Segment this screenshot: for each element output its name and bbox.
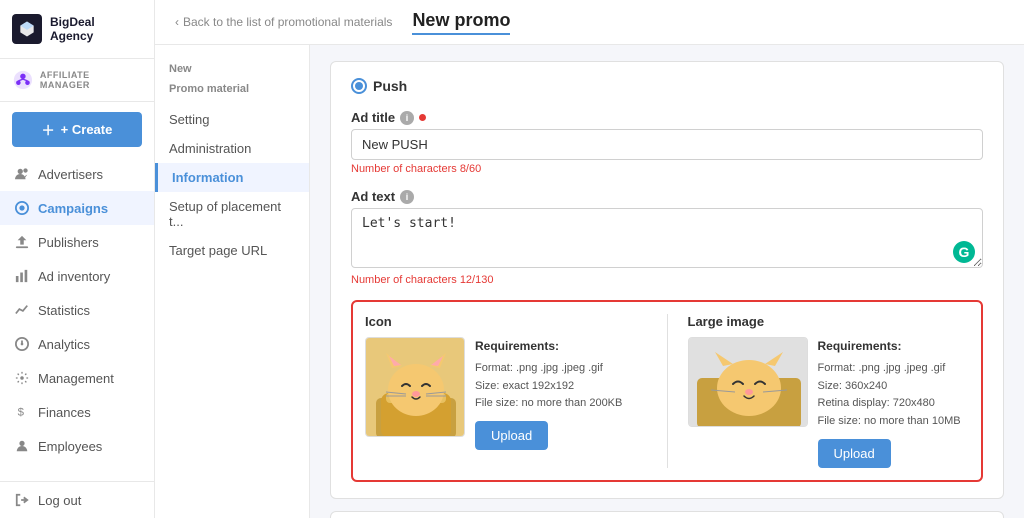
ad-title-label: Ad title i bbox=[351, 110, 983, 125]
logout-label: Log out bbox=[38, 493, 81, 508]
sidebar-label-advertisers: Advertisers bbox=[38, 167, 103, 182]
icon-upload-block: Icon bbox=[365, 314, 647, 468]
subnav-item-setting[interactable]: Setting bbox=[155, 105, 309, 134]
analytics-icon bbox=[14, 336, 30, 352]
push-radio[interactable] bbox=[351, 78, 367, 94]
sidebar-label-analytics: Analytics bbox=[38, 337, 90, 352]
radio-inner bbox=[355, 82, 363, 90]
sidebar-label-finances: Finances bbox=[38, 405, 91, 420]
subnav-header-new: New bbox=[155, 57, 309, 77]
person-icon bbox=[14, 438, 30, 454]
ad-text-wrap: Let's start! G bbox=[351, 208, 983, 271]
ad-title-char-count: Number of characters 8/60 bbox=[351, 163, 983, 175]
push-label: Push bbox=[373, 78, 407, 94]
sidebar-item-analytics[interactable]: Analytics bbox=[0, 327, 154, 361]
back-link-text: Back to the list of promotional material… bbox=[183, 15, 392, 29]
affiliate-label: AFFILIATE MANAGER bbox=[40, 70, 142, 90]
affiliate-icon bbox=[12, 69, 34, 91]
icon-req-text: Requirements: Format: .png .jpg .jpeg .g… bbox=[475, 337, 622, 413]
logo-text: BigDeal Agency bbox=[50, 15, 95, 44]
placement-card[interactable]: ▶ Setup of placement types bbox=[330, 511, 1004, 518]
ad-text-field: Ad text i Let's start! G Number of chara… bbox=[351, 189, 983, 286]
logo-area: BigDeal Agency bbox=[0, 0, 154, 59]
large-req-text: Requirements: Format: .png .jpg .jpeg .g… bbox=[818, 337, 961, 431]
sidebar-label-statistics: Statistics bbox=[38, 303, 90, 318]
create-label: + Create bbox=[61, 122, 113, 137]
form-area: Push Ad title i Number of characters 8/6… bbox=[310, 45, 1024, 518]
bar-chart-icon bbox=[14, 268, 30, 284]
icon-requirements: Requirements: Format: .png .jpg .jpeg .g… bbox=[475, 337, 622, 450]
plus-icon: ＋ bbox=[42, 120, 55, 139]
sidebar: BigDeal Agency AFFILIATE MANAGER ＋ + Cre… bbox=[0, 0, 155, 518]
subnav-item-information[interactable]: Information bbox=[155, 163, 309, 192]
push-card: Push Ad title i Number of characters 8/6… bbox=[330, 61, 1004, 499]
subnav: New Promo material Setting Administratio… bbox=[155, 45, 310, 518]
dollar-icon: $ bbox=[14, 404, 30, 420]
ad-title-info-icon[interactable]: i bbox=[400, 111, 414, 125]
icon-preview bbox=[365, 337, 465, 437]
sidebar-item-statistics[interactable]: Statistics bbox=[0, 293, 154, 327]
subnav-item-setup[interactable]: Setup of placement t... bbox=[155, 192, 309, 236]
icon-title: Icon bbox=[365, 314, 647, 329]
ad-text-input[interactable]: Let's start! bbox=[351, 208, 983, 268]
management-icon bbox=[14, 370, 30, 386]
sidebar-item-publishers[interactable]: Publishers bbox=[0, 225, 154, 259]
image-upload-section: Icon bbox=[351, 300, 983, 482]
sidebar-label-campaigns: Campaigns bbox=[38, 201, 108, 216]
logout-icon bbox=[14, 492, 30, 508]
topbar: ‹ Back to the list of promotional materi… bbox=[155, 0, 1024, 45]
affiliate-bar: AFFILIATE MANAGER bbox=[0, 59, 154, 102]
sidebar-item-campaigns[interactable]: Campaigns bbox=[0, 191, 154, 225]
sidebar-label-publishers: Publishers bbox=[38, 235, 99, 250]
sidebar-item-finances[interactable]: $ Finances bbox=[0, 395, 154, 429]
icon-upload-button[interactable]: Upload bbox=[475, 421, 548, 450]
sidebar-item-management[interactable]: Management bbox=[0, 361, 154, 395]
ad-title-input[interactable] bbox=[351, 129, 983, 160]
sidebar-label-management: Management bbox=[38, 371, 114, 386]
content-area: New Promo material Setting Administratio… bbox=[155, 45, 1024, 518]
sidebar-label-employees: Employees bbox=[38, 439, 102, 454]
logout-item[interactable]: Log out bbox=[0, 482, 154, 518]
logo-icon bbox=[12, 14, 42, 44]
subnav-item-target[interactable]: Target page URL bbox=[155, 236, 309, 265]
campaign-icon bbox=[14, 200, 30, 216]
back-link[interactable]: ‹ Back to the list of promotional materi… bbox=[175, 15, 392, 29]
upload-icon bbox=[14, 234, 30, 250]
ad-text-char-count: Number of characters 12/130 bbox=[351, 274, 983, 286]
ad-text-info-icon[interactable]: i bbox=[400, 190, 414, 204]
create-button[interactable]: ＋ + Create bbox=[12, 112, 142, 147]
large-image-requirements: Requirements: Format: .png .jpg .jpeg .g… bbox=[818, 337, 961, 468]
sidebar-item-employees[interactable]: Employees bbox=[0, 429, 154, 463]
subnav-header-sub: Promo material bbox=[155, 77, 309, 97]
large-image-title: Large image bbox=[688, 314, 970, 329]
large-image-upload-row: Requirements: Format: .png .jpg .jpeg .g… bbox=[688, 337, 970, 468]
back-chevron-icon: ‹ bbox=[175, 15, 179, 29]
image-divider bbox=[667, 314, 668, 468]
push-tab: Push bbox=[351, 78, 983, 94]
ad-title-field: Ad title i Number of characters 8/60 bbox=[351, 110, 983, 175]
main-area: ‹ Back to the list of promotional materi… bbox=[155, 0, 1024, 518]
icon-upload-row: Requirements: Format: .png .jpg .jpeg .g… bbox=[365, 337, 647, 450]
grammarly-icon[interactable]: G bbox=[953, 241, 975, 263]
large-image-upload-button[interactable]: Upload bbox=[818, 439, 891, 468]
sidebar-item-ad-inventory[interactable]: Ad inventory bbox=[0, 259, 154, 293]
required-indicator bbox=[419, 114, 426, 121]
ad-text-label: Ad text i bbox=[351, 189, 983, 204]
sidebar-label-ad-inventory: Ad inventory bbox=[38, 269, 110, 284]
page-title: New promo bbox=[412, 10, 510, 35]
subnav-item-administration[interactable]: Administration bbox=[155, 134, 309, 163]
stats-icon bbox=[14, 302, 30, 318]
large-image-preview bbox=[688, 337, 808, 427]
large-image-upload-block: Large image bbox=[688, 314, 970, 468]
people-icon bbox=[14, 166, 30, 182]
sidebar-item-advertisers[interactable]: Advertisers bbox=[0, 157, 154, 191]
svg-text:$: $ bbox=[18, 407, 25, 419]
